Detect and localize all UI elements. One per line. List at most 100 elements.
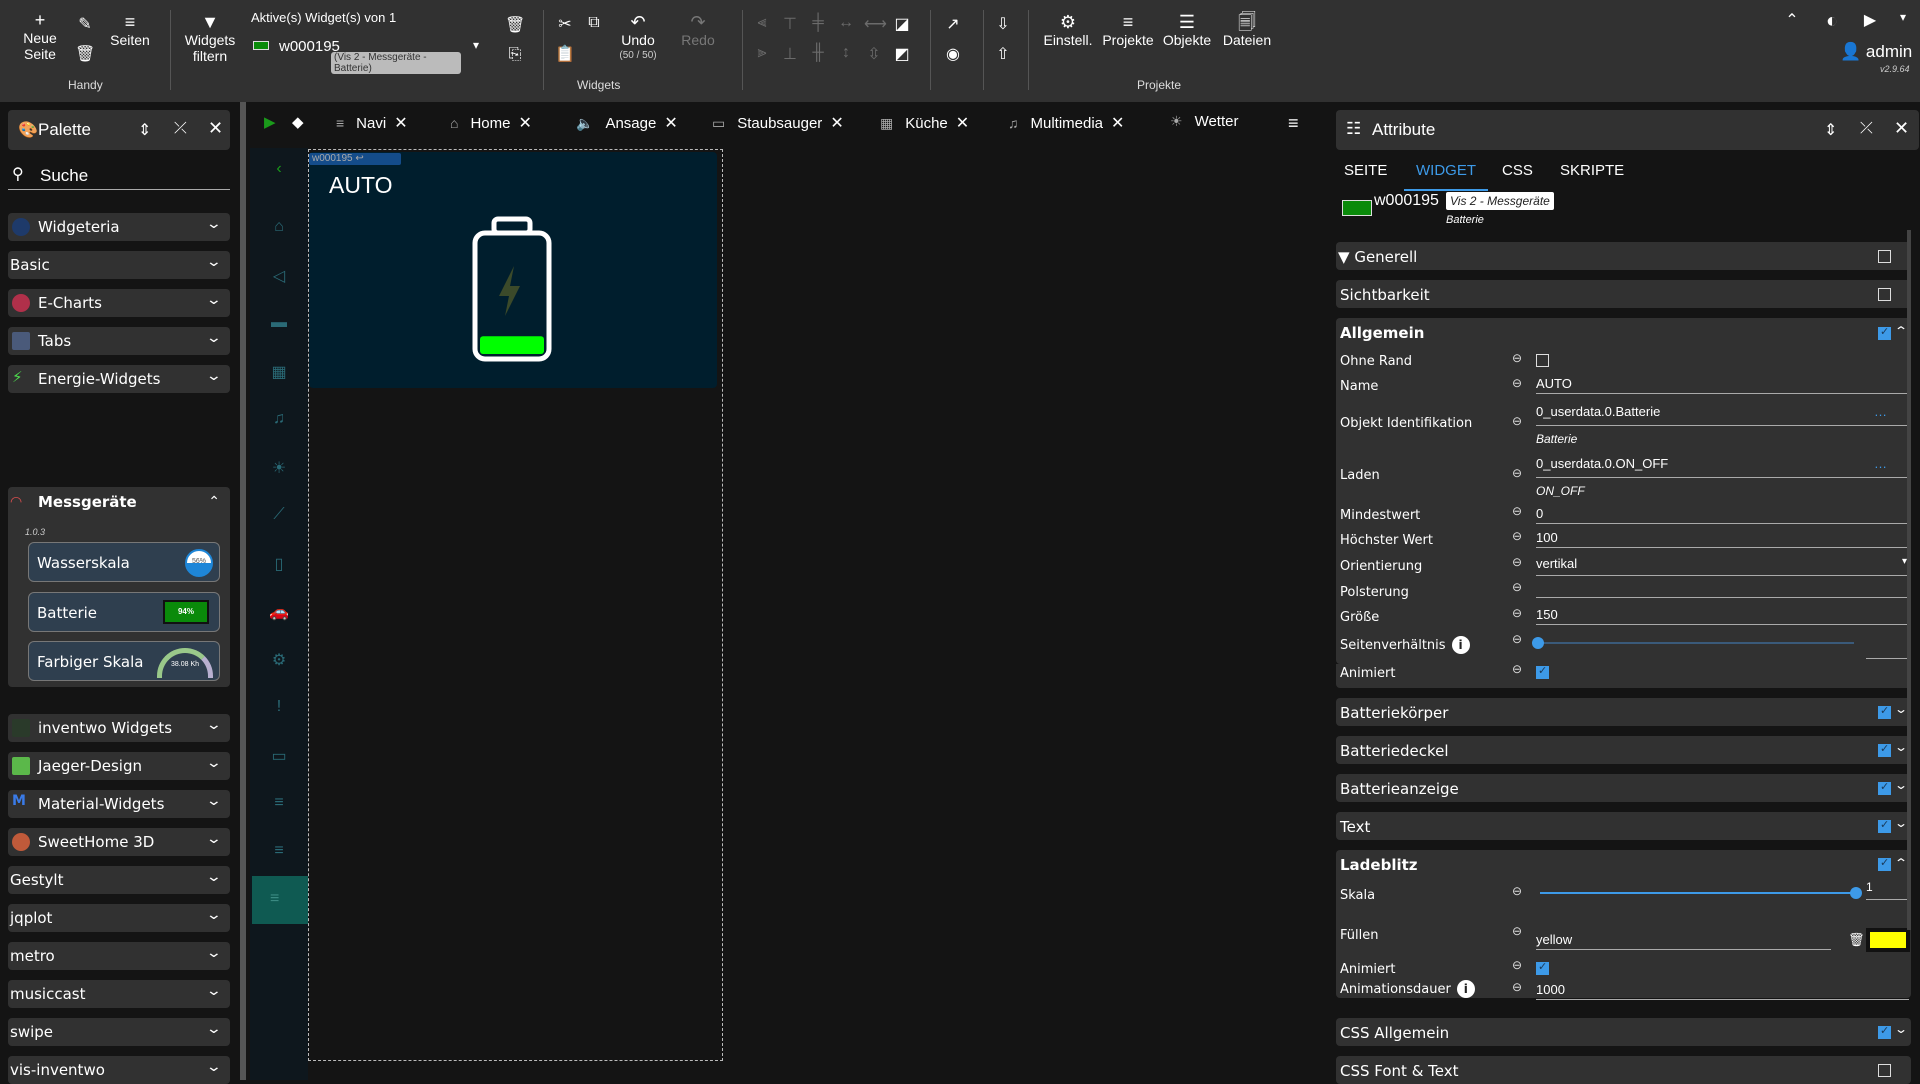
- browse-button[interactable]: …: [1874, 404, 1887, 419]
- edit-icon[interactable]: ✎: [75, 14, 95, 34]
- new-page-button[interactable]: + Neue Seite: [20, 10, 60, 62]
- send-back-icon[interactable]: ◩: [892, 44, 912, 64]
- section-css-allgemein[interactable]: CSS Allgemein⌄: [1336, 1018, 1911, 1046]
- align-top-icon[interactable]: ⊤: [780, 14, 800, 34]
- stove-icon[interactable]: ▦: [268, 362, 290, 382]
- chart-icon[interactable]: ⟋: [268, 506, 290, 524]
- palette-group-inventwo[interactable]: inventwo Widgets ⌄: [8, 714, 230, 742]
- close-icon[interactable]: ✕: [518, 115, 531, 132]
- info-icon[interactable]: i: [1451, 636, 1470, 654]
- section-text[interactable]: Text⌄: [1336, 812, 1911, 840]
- vacuum-icon[interactable]: ▬: [268, 314, 290, 332]
- layers-icon[interactable]: ◆: [292, 113, 304, 131]
- palette-group-tabs[interactable]: Tabs ⌄: [8, 327, 230, 355]
- info-icon[interactable]: i: [1456, 980, 1475, 998]
- attr-resize-handle[interactable]: [1316, 102, 1326, 1080]
- nav-widget-bar[interactable]: ‹ ⌂ ◁ ▬ ▦ ♫ ☀ ⟋ ▯ 🚗 ⚙ ! ▭ ≡ ≡ ≡: [250, 148, 308, 1080]
- widgets-filter-button[interactable]: ▼ Widgets filtern: [184, 12, 236, 64]
- duration-input[interactable]: 1000: [1536, 982, 1909, 1000]
- list-icon[interactable]: ≡: [268, 842, 290, 860]
- width-equal-icon[interactable]: ⟷: [864, 14, 887, 34]
- skala-slider[interactable]: [1540, 887, 1862, 899]
- collapse-toolbar-icon[interactable]: ⌃: [1782, 10, 1802, 30]
- expand-all-icon[interactable]: ⇕: [138, 120, 151, 140]
- delete-icon[interactable]: 🗑: [505, 15, 525, 35]
- oid-input[interactable]: 0_userdata.0.Batterie…: [1536, 404, 1909, 426]
- widget-selector[interactable]: w000195 (Vis 2 - Messgeräte - Batterie) …: [251, 38, 479, 74]
- open-external-icon[interactable]: ↗: [943, 14, 963, 34]
- link-icon[interactable]: ⊖: [1512, 632, 1522, 646]
- chevron-up-icon[interactable]: ⌃: [1894, 324, 1908, 338]
- settings-button[interactable]: ⚙ Einstell.: [1042, 12, 1094, 48]
- tab-multimedia[interactable]: ♫ Multimedia ✕: [1008, 113, 1124, 133]
- undo-button[interactable]: ↶ Undo (50 / 50): [618, 12, 658, 64]
- collapse-all-icon[interactable]: ⤫: [1860, 120, 1873, 138]
- run-icon[interactable]: ▶: [264, 113, 276, 131]
- close-icon[interactable]: ✕: [1111, 115, 1124, 132]
- align-center-v-icon[interactable]: ╫: [808, 44, 828, 62]
- link-icon[interactable]: ⊖: [1512, 980, 1522, 994]
- close-icon[interactable]: ✕: [1894, 118, 1909, 139]
- aspect-ratio-slider[interactable]: [1532, 637, 1854, 649]
- link-icon[interactable]: ⊖: [1512, 555, 1522, 569]
- close-icon[interactable]: ✕: [830, 115, 843, 132]
- palette-group-widgeteria[interactable]: Widgeteria ⌄: [8, 213, 230, 241]
- car-icon[interactable]: 🚗: [268, 602, 290, 622]
- size-input[interactable]: 150: [1536, 607, 1909, 625]
- copy-icon[interactable]: ⎘: [505, 46, 525, 64]
- tab-home[interactable]: ⌂ Home ✕: [450, 113, 532, 133]
- palette-group-jaeger[interactable]: Jaeger-Design ⌄: [8, 752, 230, 780]
- objects-button[interactable]: ☰ Objekte: [1162, 12, 1212, 48]
- speaker-icon[interactable]: ◁: [268, 266, 290, 286]
- min-input[interactable]: 0: [1536, 506, 1909, 524]
- theme-toggle-icon[interactable]: ◐: [1822, 10, 1842, 33]
- align-center-h-icon[interactable]: ╪: [808, 14, 828, 32]
- link-icon[interactable]: ⊖: [1512, 529, 1522, 543]
- checkbox[interactable]: [1878, 780, 1891, 795]
- dropdown-arrow-icon[interactable]: ▾: [473, 38, 479, 52]
- link-icon[interactable]: ⊖: [1512, 504, 1522, 518]
- duplicate-icon[interactable]: ⧉: [584, 14, 604, 32]
- projects-button[interactable]: ≡ Projekte: [1100, 12, 1156, 48]
- widget-card-batterie[interactable]: Batterie 94%: [28, 592, 220, 632]
- export-icon[interactable]: ⇧: [993, 44, 1013, 64]
- palette-group-sweethome[interactable]: SweetHome 3D ⌄: [8, 828, 230, 856]
- section-generell[interactable]: ▼ Generell: [1336, 242, 1911, 270]
- palette-search-input[interactable]: ⚲ Suche: [8, 158, 230, 190]
- section-batteriekoerper[interactable]: Batteriekörper⌄: [1336, 698, 1911, 726]
- fill-input[interactable]: yellow: [1536, 932, 1831, 950]
- palette-group-jqplot[interactable]: jqplot ⌄: [8, 904, 230, 932]
- slider-thumb[interactable]: [1532, 637, 1544, 649]
- paste-icon[interactable]: 📋: [555, 44, 575, 64]
- distribute-v-icon[interactable]: ↕: [836, 44, 856, 62]
- browse-button[interactable]: …: [1874, 456, 1887, 471]
- aspect-ratio-input[interactable]: [1866, 658, 1910, 659]
- weather-icon[interactable]: ☀: [268, 458, 290, 478]
- link-icon[interactable]: ⊖: [1512, 958, 1522, 972]
- expand-all-icon[interactable]: ⇕: [1824, 120, 1837, 140]
- checkbox[interactable]: [1878, 742, 1891, 757]
- device-icon[interactable]: ▭: [268, 746, 290, 766]
- link-icon[interactable]: ⊖: [1512, 606, 1522, 620]
- name-input[interactable]: AUTO: [1536, 376, 1909, 394]
- palette-group-basic[interactable]: Basic ⌄: [8, 251, 230, 279]
- bring-front-icon[interactable]: ◪: [892, 14, 912, 34]
- nav-item-active[interactable]: ≡: [252, 876, 308, 924]
- widget-tag[interactable]: w000195 ↩: [309, 153, 401, 165]
- ladeblitz-animiert-checkbox[interactable]: [1536, 960, 1549, 975]
- align-right-icon[interactable]: ⫸: [752, 44, 772, 62]
- max-input[interactable]: 100: [1536, 530, 1909, 548]
- tab-widget[interactable]: WIDGET: [1404, 162, 1488, 191]
- chevron-left-icon[interactable]: ‹: [268, 160, 290, 178]
- section-sichtbarkeit[interactable]: Sichtbarkeit: [1336, 280, 1911, 308]
- link-icon[interactable]: ⊖: [1512, 376, 1522, 390]
- palette-group-metro[interactable]: metro ⌄: [8, 942, 230, 970]
- distribute-h-icon[interactable]: ↔: [836, 14, 856, 32]
- checkbox[interactable]: [1878, 704, 1891, 719]
- link-icon[interactable]: ⊖: [1512, 884, 1522, 898]
- animiert-checkbox[interactable]: [1536, 664, 1549, 679]
- link-icon[interactable]: ⊖: [1512, 351, 1522, 365]
- checkbox[interactable]: [1878, 250, 1891, 263]
- attributes-scrollbar[interactable]: [1907, 230, 1911, 930]
- chevron-down-icon[interactable]: ⌄: [1894, 1022, 1908, 1036]
